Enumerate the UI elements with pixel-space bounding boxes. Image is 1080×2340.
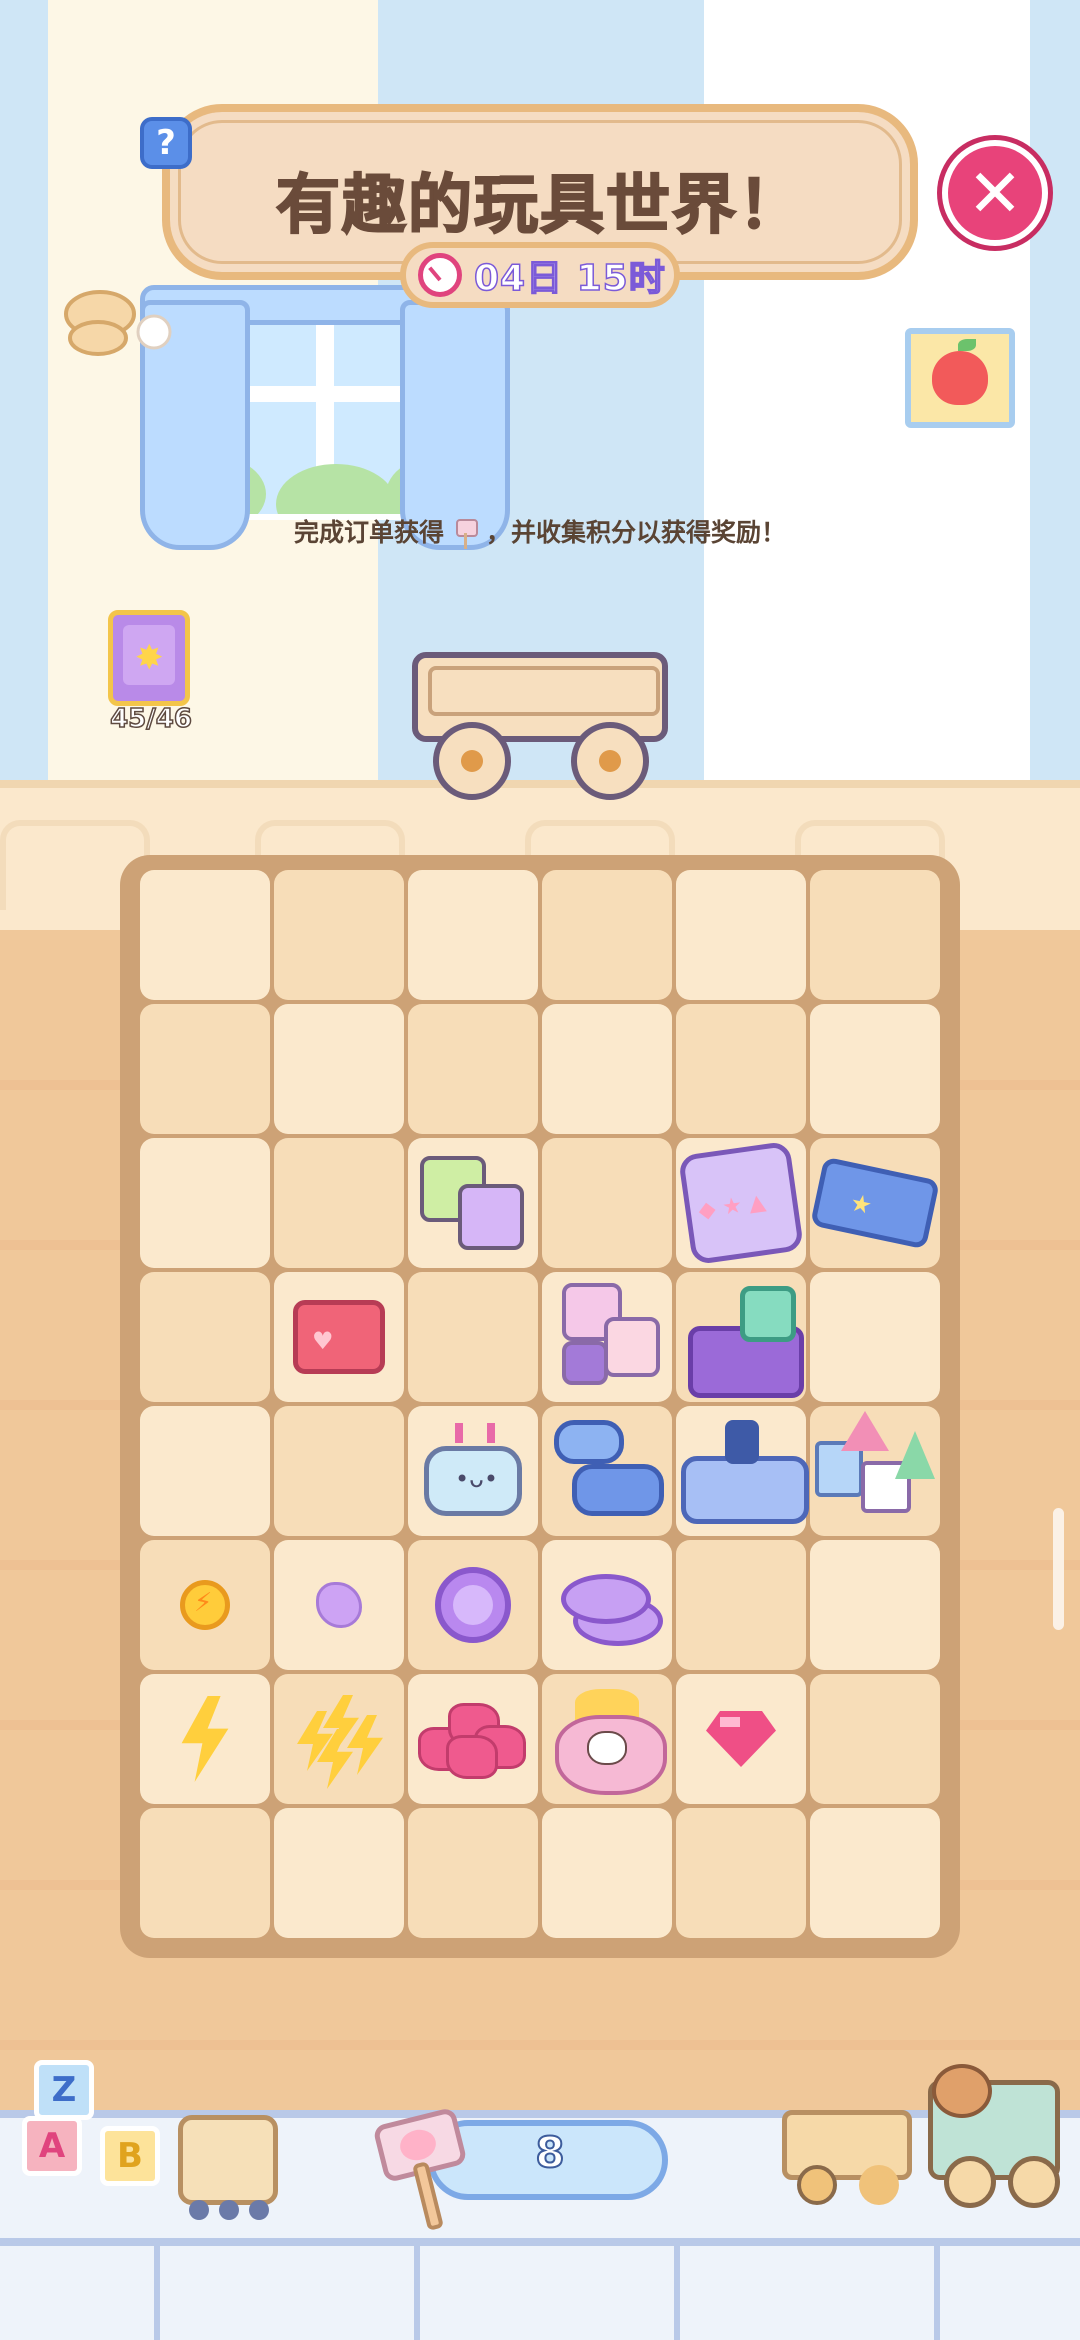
hello-kitty-purse-icon[interactable]	[555, 1689, 667, 1795]
board-cell[interactable]	[274, 1406, 404, 1536]
wagon-wheel	[571, 722, 649, 800]
board-cell[interactable]	[140, 870, 270, 1000]
board-cell[interactable]	[140, 1138, 270, 1268]
board-cell[interactable]	[408, 1540, 538, 1670]
board-cell[interactable]	[676, 1004, 806, 1134]
toy-truck-decoration	[782, 2110, 912, 2205]
board-cell[interactable]	[274, 1674, 404, 1804]
purple-token-icon[interactable]	[435, 1567, 511, 1643]
merge-grid	[140, 870, 940, 1938]
board-cell[interactable]	[408, 870, 538, 1000]
lightning-bolt-bundle-icon[interactable]	[291, 1691, 387, 1789]
block-castle-icon[interactable]	[815, 1411, 935, 1531]
board-cell[interactable]	[676, 1674, 806, 1804]
board-cell[interactable]	[140, 1272, 270, 1402]
purple-pebble-icon[interactable]	[316, 1582, 362, 1628]
event-title: 有趣的玩具世界！	[275, 168, 804, 244]
help-icon[interactable]: ?	[140, 117, 192, 169]
board-cell[interactable]	[676, 1808, 806, 1938]
alphabet-blocks: Z A B	[22, 2060, 172, 2200]
cart-wheel	[1008, 2156, 1060, 2208]
shape-sorter-icon[interactable]	[677, 1140, 805, 1266]
lightning-bolt-icon[interactable]	[175, 1696, 235, 1782]
board-cell[interactable]	[274, 1138, 404, 1268]
board-cell[interactable]	[140, 1406, 270, 1536]
board-cell[interactable]	[542, 1674, 672, 1804]
board-cell[interactable]	[408, 1406, 538, 1536]
energy-coin-icon[interactable]	[180, 1580, 230, 1630]
board-cell[interactable]	[542, 1272, 672, 1402]
board-cell[interactable]	[542, 1540, 672, 1670]
board-cell[interactable]	[542, 1004, 672, 1134]
board-cell[interactable]	[408, 1808, 538, 1938]
board-cell[interactable]	[542, 870, 672, 1000]
teddy-bear-decoration	[932, 2064, 992, 2118]
merge-board	[120, 855, 960, 1958]
hint-text-before: 完成订单获得	[293, 518, 444, 547]
mallet-icon	[454, 519, 478, 549]
board-cell[interactable]	[810, 1004, 940, 1134]
event-hint: 完成订单获得 ，并收集积分以获得奖励！	[0, 513, 1080, 549]
album-progress: 45/46	[109, 703, 192, 735]
bow-decoration	[64, 290, 172, 356]
board-cell[interactable]	[810, 1540, 940, 1670]
board-cell[interactable]	[676, 1138, 806, 1268]
board-cell[interactable]	[676, 1272, 806, 1402]
hammer-icon[interactable]	[372, 2106, 478, 2231]
board-cell[interactable]	[274, 870, 404, 1000]
blue-lego-brick-icon[interactable]	[810, 1156, 940, 1250]
board-cell[interactable]	[140, 1808, 270, 1938]
board-cell[interactable]	[810, 1406, 940, 1536]
toy-train-icon[interactable]	[681, 1416, 809, 1526]
board-cell[interactable]	[542, 1138, 672, 1268]
board-cell[interactable]	[408, 1272, 538, 1402]
wagon-wheel	[433, 722, 511, 800]
board-cell[interactable]	[140, 1540, 270, 1670]
board-cell[interactable]	[810, 870, 940, 1000]
board-cell[interactable]	[810, 1808, 940, 1938]
apple-picture-icon	[905, 328, 1015, 428]
board-cell[interactable]	[408, 1138, 538, 1268]
pink-gem-pile-icon[interactable]	[418, 1699, 528, 1779]
purple-lego-bricks-icon[interactable]	[688, 1282, 804, 1398]
pink-gem-icon[interactable]	[706, 1711, 776, 1767]
purple-token-stack-icon[interactable]	[561, 1570, 663, 1646]
block-a: A	[22, 2116, 82, 2176]
pink-cubes-icon[interactable]	[548, 1279, 666, 1395]
board-cell[interactable]	[810, 1674, 940, 1804]
rubiks-cubes-icon[interactable]	[414, 1148, 532, 1258]
block-z: Z	[34, 2060, 94, 2120]
block-b: B	[100, 2126, 160, 2186]
timer-text: 04日 15时	[473, 257, 666, 300]
board-cell[interactable]	[676, 870, 806, 1000]
red-lego-brick-icon[interactable]	[293, 1300, 385, 1374]
board-cell[interactable]	[274, 1540, 404, 1670]
album-icon[interactable]: ✸	[108, 610, 190, 706]
board-cell[interactable]	[140, 1004, 270, 1134]
cart-wheel	[944, 2156, 996, 2208]
board-cell[interactable]	[676, 1540, 806, 1670]
board-cell[interactable]	[676, 1406, 809, 1536]
event-timer: 04日 15时	[400, 242, 680, 308]
board-cell[interactable]	[810, 1138, 940, 1268]
board-cell[interactable]	[274, 1004, 404, 1134]
clock-icon	[418, 253, 462, 297]
board-cell[interactable]	[274, 1808, 404, 1938]
toy-train-decoration	[178, 2115, 278, 2220]
board-cell[interactable]	[408, 1004, 538, 1134]
board-cell[interactable]	[274, 1272, 404, 1402]
hint-text-after: ，并收集积分以获得奖励！	[486, 518, 787, 547]
board-cell[interactable]	[140, 1674, 270, 1804]
scrollbar[interactable]	[1053, 1508, 1064, 1630]
board-cell[interactable]	[810, 1272, 940, 1402]
board-cell[interactable]	[542, 1808, 672, 1938]
toy-cars-icon[interactable]	[548, 1412, 666, 1530]
close-icon[interactable]: ✕	[942, 140, 1048, 246]
robot-head-icon[interactable]	[424, 1423, 522, 1516]
board-cell[interactable]	[542, 1406, 672, 1536]
board-cell[interactable]	[408, 1674, 538, 1804]
